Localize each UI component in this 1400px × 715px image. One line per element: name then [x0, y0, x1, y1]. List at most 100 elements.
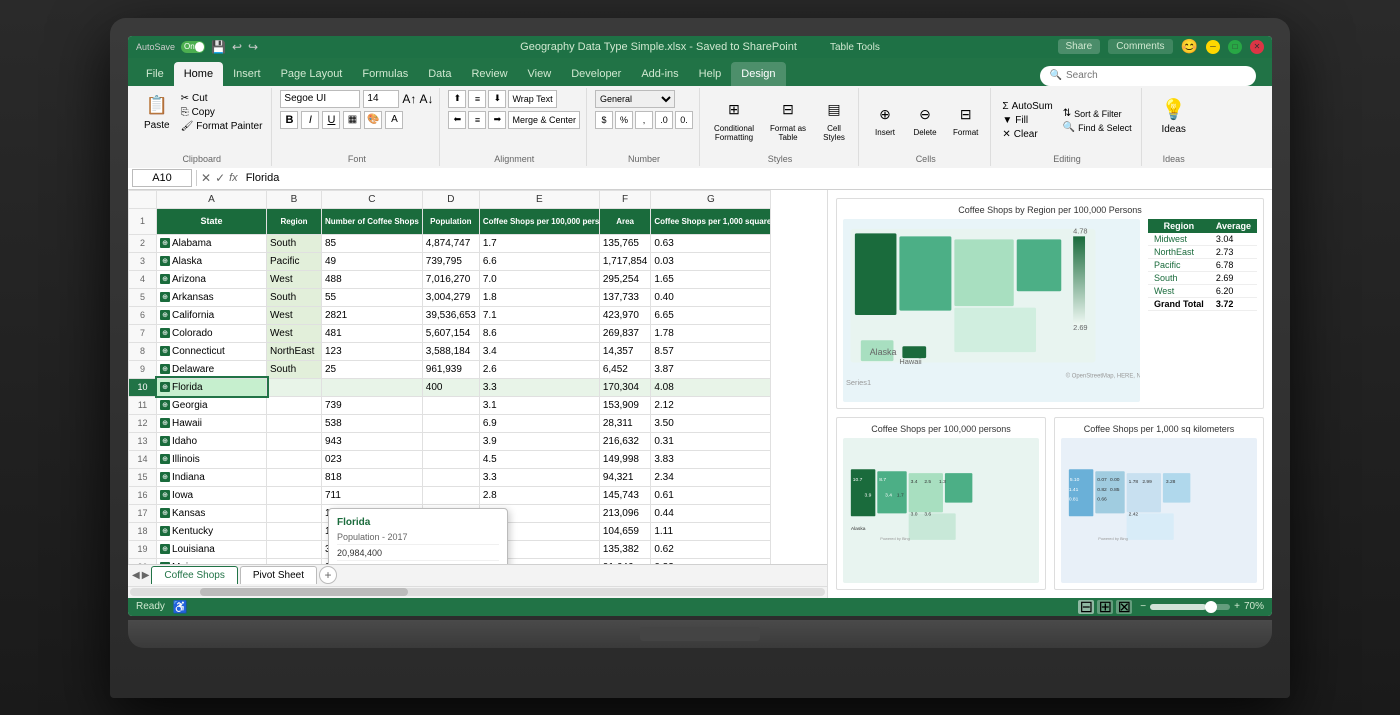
- cell-state[interactable]: ⊕Maine: [157, 558, 267, 564]
- font-size-increase[interactable]: A↑: [402, 92, 416, 106]
- col-header-f[interactable]: F: [599, 190, 651, 208]
- cell-region[interactable]: [267, 450, 322, 468]
- percent-btn[interactable]: %: [615, 111, 633, 129]
- wrap-text-button[interactable]: Wrap Text: [508, 90, 556, 108]
- tab-developer[interactable]: Developer: [561, 62, 631, 86]
- cell-per1000[interactable]: 0.62: [651, 540, 771, 558]
- cell-per1000[interactable]: 4.08: [651, 378, 771, 396]
- cell-per100k[interactable]: 3.1: [479, 396, 599, 414]
- trackpad[interactable]: [640, 627, 760, 641]
- cell-shops[interactable]: 85: [322, 234, 423, 252]
- font-name-input[interactable]: [280, 90, 360, 108]
- cell-area[interactable]: 137,733: [599, 288, 651, 306]
- sheet-tab-coffee-shops[interactable]: Coffee Shops: [151, 566, 237, 584]
- cell-area[interactable]: 1,717,854: [599, 252, 651, 270]
- cell-area[interactable]: 149,998: [599, 450, 651, 468]
- dollar-btn[interactable]: $: [595, 111, 613, 129]
- normal-view-btn[interactable]: ⊟: [1078, 600, 1094, 614]
- smiley-icon[interactable]: 😊: [1181, 38, 1198, 55]
- share-button[interactable]: Share: [1058, 39, 1101, 54]
- cell-state[interactable]: ⊕Louisiana: [157, 540, 267, 558]
- cell-region[interactable]: [267, 558, 322, 564]
- cell-area[interactable]: 213,096: [599, 504, 651, 522]
- cell-per1000[interactable]: 1.78: [651, 324, 771, 342]
- zoom-in-button[interactable]: +: [1234, 601, 1240, 612]
- align-center-btn[interactable]: ≡: [468, 111, 486, 129]
- cell-per1000[interactable]: 2.34: [651, 468, 771, 486]
- table-row[interactable]: 13⊕Idaho9433.9216,6320.31: [129, 432, 771, 450]
- cell-area[interactable]: 145,743: [599, 486, 651, 504]
- paste-button[interactable]: 📋 Paste: [138, 90, 176, 135]
- cell-area[interactable]: 269,837: [599, 324, 651, 342]
- cell-per1000[interactable]: 3.50: [651, 414, 771, 432]
- cell-pop[interactable]: [422, 450, 479, 468]
- cell-area[interactable]: 295,254: [599, 270, 651, 288]
- col-header-e[interactable]: E: [479, 190, 599, 208]
- tab-review[interactable]: Review: [461, 62, 517, 86]
- cell-shops[interactable]: 2821: [322, 306, 423, 324]
- sheet-tab-pivot[interactable]: Pivot Sheet: [240, 566, 317, 584]
- cell-per1000[interactable]: 8.57: [651, 342, 771, 360]
- align-top-btn[interactable]: ⬆: [448, 90, 466, 108]
- format-painter-button[interactable]: 🖌 Format Painter: [178, 120, 266, 133]
- cell-per100k[interactable]: 3.3: [479, 468, 599, 486]
- cell-region[interactable]: Pacific: [267, 252, 322, 270]
- cell-per100k[interactable]: 2.8: [479, 486, 599, 504]
- cell-per100k[interactable]: 8.6: [479, 324, 599, 342]
- cell-shops[interactable]: 55: [322, 288, 423, 306]
- ideas-button[interactable]: 💡 Ideas: [1155, 94, 1191, 139]
- comma-btn[interactable]: ,: [635, 111, 653, 129]
- insert-button[interactable]: ⊕ Insert: [867, 98, 903, 141]
- tab-data[interactable]: Data: [418, 62, 461, 86]
- cell-per100k[interactable]: 2.6: [479, 360, 599, 378]
- cell-shops[interactable]: 481: [322, 324, 423, 342]
- page-layout-view-btn[interactable]: ⊞: [1097, 600, 1113, 614]
- decimal-dec-btn[interactable]: 0.: [675, 111, 693, 129]
- scroll-thumb[interactable]: [200, 588, 409, 596]
- align-left-btn[interactable]: ⬅: [448, 111, 466, 129]
- maximize-button[interactable]: □: [1228, 40, 1242, 54]
- decimal-inc-btn[interactable]: .0: [655, 111, 673, 129]
- add-sheet-button[interactable]: +: [319, 566, 337, 584]
- cell-area[interactable]: 153,909: [599, 396, 651, 414]
- cell-area[interactable]: 14,357: [599, 342, 651, 360]
- minimize-button[interactable]: ─: [1206, 40, 1220, 54]
- font-size-decrease[interactable]: A↓: [419, 92, 433, 106]
- formula-input[interactable]: [242, 169, 1268, 187]
- tab-page-layout[interactable]: Page Layout: [271, 62, 353, 86]
- clear-button[interactable]: ✕ Clear: [999, 128, 1055, 141]
- cell-state[interactable]: ⊕Illinois: [157, 450, 267, 468]
- fill-color-btn[interactable]: 🎨: [364, 111, 382, 129]
- cell-pop[interactable]: 3,004,279: [422, 288, 479, 306]
- cell-region[interactable]: [267, 378, 322, 396]
- italic-button[interactable]: I: [301, 111, 319, 129]
- cell-state[interactable]: ⊕Colorado: [157, 324, 267, 342]
- cell-state[interactable]: ⊕Arizona: [157, 270, 267, 288]
- align-middle-btn[interactable]: ≡: [468, 90, 486, 108]
- table-row[interactable]: 2⊕AlabamaSouth854,874,7471.7135,7650.63: [129, 234, 771, 252]
- cell-per1000[interactable]: 2.12: [651, 396, 771, 414]
- find-select-button[interactable]: 🔍 Find & Select: [1060, 121, 1135, 134]
- cell-state[interactable]: ⊕Arkansas: [157, 288, 267, 306]
- zoom-slider-thumb[interactable]: [1205, 601, 1217, 613]
- cell-pop[interactable]: 5,607,154: [422, 324, 479, 342]
- table-row[interactable]: 6⊕CaliforniaWest282139,536,6537.1423,970…: [129, 306, 771, 324]
- col-header-b[interactable]: B: [267, 190, 322, 208]
- table-row[interactable]: 3⊕AlaskaPacific49739,7956.61,717,8540.03: [129, 252, 771, 270]
- zoom-out-button[interactable]: −: [1140, 601, 1146, 612]
- page-break-view-btn[interactable]: ⊠: [1116, 600, 1132, 614]
- tab-addins[interactable]: Add-ins: [631, 62, 688, 86]
- cell-region[interactable]: West: [267, 306, 322, 324]
- copy-button[interactable]: ⎘ Copy: [178, 106, 266, 119]
- cell-state[interactable]: ⊕Alabama: [157, 234, 267, 252]
- cell-per1000[interactable]: 1.11: [651, 522, 771, 540]
- col-header-c[interactable]: C: [322, 190, 423, 208]
- cell-per100k[interactable]: 4.5: [479, 450, 599, 468]
- cell-per1000[interactable]: 0.33: [651, 558, 771, 564]
- cell-shops[interactable]: [322, 378, 423, 396]
- cell-per1000[interactable]: 0.40: [651, 288, 771, 306]
- cell-per1000[interactable]: 0.03: [651, 252, 771, 270]
- cell-region[interactable]: [267, 486, 322, 504]
- tab-help[interactable]: Help: [689, 62, 732, 86]
- search-input[interactable]: [1066, 70, 1246, 81]
